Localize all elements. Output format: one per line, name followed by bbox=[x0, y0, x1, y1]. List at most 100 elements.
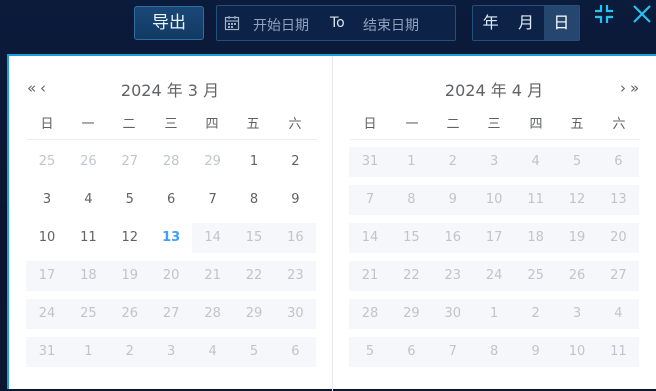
date-cell: 4 bbox=[514, 147, 557, 177]
date-cell: 4 bbox=[191, 337, 234, 367]
date-cell: 25 bbox=[514, 261, 557, 291]
date-cell: 12 bbox=[556, 185, 598, 215]
date-cell: 10 bbox=[473, 185, 516, 215]
unit-year-button[interactable]: 年 bbox=[473, 6, 508, 40]
date-cell: 26 bbox=[556, 261, 598, 291]
date-cell: 15 bbox=[233, 223, 275, 253]
date-cell: 31 bbox=[26, 337, 68, 367]
weekday-divider bbox=[350, 139, 640, 140]
date-cell: 16 bbox=[431, 223, 474, 253]
date-cell[interactable]: 11 bbox=[67, 223, 109, 253]
date-cell: 29 bbox=[233, 299, 275, 329]
date-cell: 11 bbox=[514, 185, 557, 215]
date-cell: 19 bbox=[556, 223, 598, 253]
picker-panel-left: « ‹ 2024 年 3 月 日 一 二 三 四 五 六 25 26 27 28 29 1… bbox=[9, 56, 331, 391]
date-cell: 1 bbox=[67, 337, 110, 367]
close-icon[interactable] bbox=[631, 3, 653, 25]
weekday-label: 三 bbox=[487, 117, 501, 132]
date-cell: 21 bbox=[349, 261, 391, 291]
date-cell: 17 bbox=[26, 261, 68, 291]
date-cell: 5 bbox=[233, 337, 275, 367]
collapse-icon[interactable] bbox=[593, 3, 615, 25]
date-cell[interactable]: 3 bbox=[26, 185, 68, 215]
date-cell[interactable]: 2 bbox=[274, 147, 316, 177]
date-cell: 15 bbox=[390, 223, 433, 253]
date-cell: 20 bbox=[597, 223, 640, 253]
date-cell: 9 bbox=[514, 337, 557, 367]
date-cell: 23 bbox=[431, 261, 474, 291]
date-cell: 2 bbox=[514, 299, 557, 329]
granularity-switch: 年 月 日 bbox=[472, 5, 580, 41]
date-cell: 7 bbox=[431, 337, 474, 367]
weekday-label: 五 bbox=[570, 117, 584, 132]
date-cell[interactable]: 9 bbox=[274, 185, 316, 215]
picker-panel-right: › » 2024 年 4 月 日 一 二 三 四 五 六 31 1 2 3 4 5 6 7 8 9… bbox=[333, 56, 655, 391]
date-cell[interactable]: 12 bbox=[109, 223, 151, 253]
date-cell: 11 bbox=[597, 337, 640, 367]
date-cell: 25 bbox=[67, 299, 110, 329]
weekday-label: 五 bbox=[246, 117, 260, 132]
date-cell: 31 bbox=[349, 147, 391, 177]
date-cell: 7 bbox=[349, 185, 391, 215]
weekday-label: 六 bbox=[612, 117, 626, 132]
weekday-label: 一 bbox=[405, 117, 419, 132]
date-cell: 28 bbox=[191, 299, 234, 329]
date-cell: 6 bbox=[390, 337, 433, 367]
date-cell[interactable]: 7 bbox=[192, 185, 234, 215]
date-cell[interactable]: 26 bbox=[67, 147, 109, 177]
weekday-label: 四 bbox=[205, 117, 219, 132]
weekday-label: 四 bbox=[529, 117, 543, 132]
date-cell: 5 bbox=[349, 337, 391, 367]
weekday-label: 二 bbox=[446, 117, 460, 132]
date-cell: 14 bbox=[349, 223, 391, 253]
date-cell: 30 bbox=[431, 299, 474, 329]
date-cell[interactable]: 29 bbox=[192, 147, 234, 177]
date-cell: 4 bbox=[597, 299, 640, 329]
date-cell[interactable]: 1 bbox=[233, 147, 275, 177]
weekday-divider bbox=[27, 139, 317, 140]
date-cell: 2 bbox=[431, 147, 474, 177]
date-cell: 6 bbox=[597, 147, 640, 177]
date-cell-today[interactable]: 13 bbox=[150, 223, 192, 253]
date-range-input[interactable]: 开始日期 To 结束日期 bbox=[216, 5, 456, 41]
date-cell: 1 bbox=[473, 299, 516, 329]
toolbar: 导出 开始日期 To 结束日期 年 月 日 bbox=[0, 0, 656, 46]
date-cell: 17 bbox=[473, 223, 516, 253]
date-cell: 24 bbox=[473, 261, 516, 291]
date-cell[interactable]: 6 bbox=[150, 185, 192, 215]
date-cell[interactable]: 4 bbox=[67, 185, 109, 215]
date-cell: 20 bbox=[150, 261, 193, 291]
weekday-label: 三 bbox=[164, 117, 178, 132]
export-button[interactable]: 导出 bbox=[134, 6, 204, 40]
date-range-picker: « ‹ 2024 年 3 月 日 一 二 三 四 五 六 25 26 27 28 29 1… bbox=[7, 54, 656, 391]
date-cell: 8 bbox=[390, 185, 433, 215]
start-date-field[interactable]: 开始日期 bbox=[253, 15, 309, 35]
date-cell: 3 bbox=[150, 337, 193, 367]
date-cell: 14 bbox=[191, 223, 234, 253]
date-cell: 29 bbox=[390, 299, 433, 329]
weekday-label: 一 bbox=[81, 117, 95, 132]
date-cell[interactable]: 10 bbox=[26, 223, 68, 253]
date-cell: 22 bbox=[233, 261, 275, 291]
weekday-label: 二 bbox=[122, 117, 136, 132]
date-cell: 13 bbox=[597, 185, 640, 215]
right-month-title: 2024 年 4 月 bbox=[444, 81, 544, 100]
date-cell: 6 bbox=[274, 337, 317, 367]
date-cell: 5 bbox=[556, 147, 598, 177]
unit-day-button[interactable]: 日 bbox=[543, 6, 579, 40]
weekday-label: 日 bbox=[363, 117, 377, 132]
date-cell[interactable]: 8 bbox=[233, 185, 275, 215]
date-cell: 28 bbox=[349, 299, 391, 329]
date-cell: 1 bbox=[390, 147, 433, 177]
end-date-field[interactable]: 结束日期 bbox=[363, 15, 419, 35]
weekday-header: 日 一 二 三 四 五 六 bbox=[9, 113, 331, 132]
weekday-label: 六 bbox=[288, 117, 302, 132]
date-cell[interactable]: 28 bbox=[150, 147, 192, 177]
range-separator: To bbox=[330, 15, 345, 31]
weekday-header: 日 一 二 三 四 五 六 bbox=[333, 113, 655, 132]
date-cell[interactable]: 27 bbox=[109, 147, 151, 177]
date-cell[interactable]: 25 bbox=[26, 147, 68, 177]
date-cell[interactable]: 5 bbox=[109, 185, 151, 215]
unit-month-button[interactable]: 月 bbox=[508, 6, 543, 40]
left-month-title: 2024 年 3 月 bbox=[120, 81, 220, 100]
